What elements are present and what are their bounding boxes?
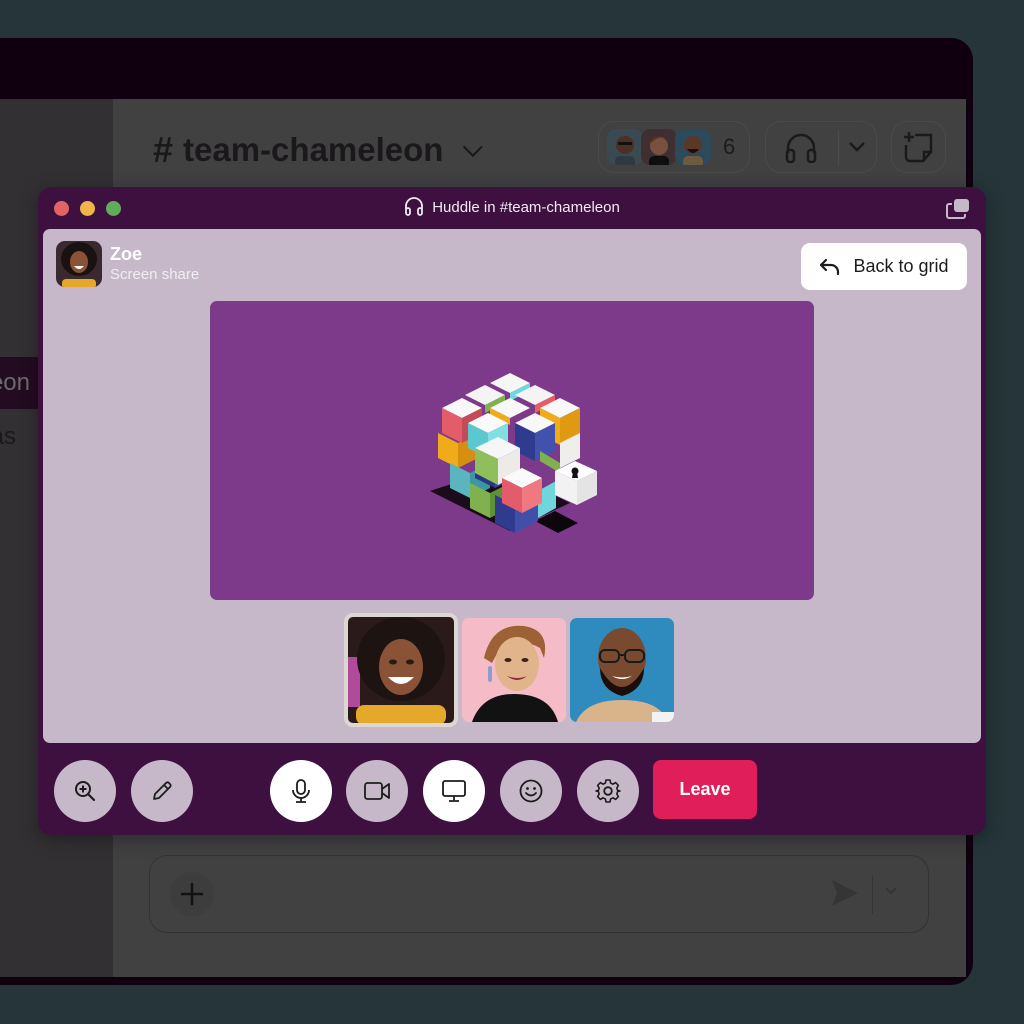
- zoom-in-icon: [75, 781, 96, 802]
- reactions-button[interactable]: [500, 760, 562, 822]
- back-to-grid-button[interactable]: Back to grid: [801, 243, 967, 290]
- back-to-grid-label: Back to grid: [853, 256, 949, 276]
- camera-button[interactable]: [346, 760, 408, 822]
- divider: [872, 876, 873, 914]
- screen-share-stage: Zoe Screen share Back to grid: [43, 229, 981, 743]
- participant-tile-2[interactable]: [462, 618, 566, 722]
- attach-button[interactable]: [170, 872, 214, 916]
- member-count: 6: [723, 134, 736, 159]
- rubiks-cube-illustration: [430, 373, 597, 533]
- participant-tile-3[interactable]: [570, 618, 674, 722]
- chevron-down-icon[interactable]: [848, 141, 866, 153]
- huddle-controls: Leave: [38, 743, 986, 835]
- smiley-icon: [519, 779, 543, 803]
- shared-screen[interactable]: [210, 301, 814, 600]
- canvas-add-icon: [904, 132, 933, 163]
- draw-button[interactable]: [131, 760, 193, 822]
- reply-arrow-icon: [820, 258, 840, 275]
- microphone-button[interactable]: [270, 760, 332, 822]
- presenter-name: Zoe: [110, 244, 143, 264]
- sidebar-item-label: team-chameleon: [0, 369, 30, 396]
- popout-window-icon[interactable]: [946, 198, 970, 220]
- microphone-icon: [292, 779, 310, 803]
- sidebar-item-label: ideas: [0, 423, 16, 450]
- leave-button[interactable]: Leave: [653, 760, 757, 819]
- huddle-title: Huddle in #team-chameleon: [38, 197, 986, 217]
- presenter-info: Zoe Screen share: [56, 241, 199, 287]
- headphones-icon: [405, 197, 424, 216]
- member-avatar: [675, 129, 711, 165]
- chevron-down-icon: [463, 137, 484, 158]
- huddle-window: Huddle in #team-chameleon Zoe Screen sha…: [38, 187, 986, 835]
- divider: [838, 130, 839, 166]
- pencil-icon: [153, 781, 172, 800]
- settings-button[interactable]: [577, 760, 639, 822]
- huddle-title-text: Huddle in #team-chameleon: [432, 198, 620, 216]
- sidebar-item-team-chameleon[interactable]: team-chameleon: [0, 357, 38, 409]
- plus-icon: [181, 883, 203, 905]
- new-canvas-button[interactable]: [891, 121, 946, 173]
- message-composer[interactable]: [149, 855, 929, 933]
- huddle-button[interactable]: [765, 121, 877, 173]
- monitor-icon: [442, 780, 466, 802]
- presenter-status: Screen share: [110, 266, 200, 283]
- send-icon[interactable]: [830, 878, 860, 908]
- video-camera-icon: [364, 782, 390, 800]
- sidebar-item-ideas[interactable]: ideas: [0, 422, 16, 452]
- screen-share-button[interactable]: [423, 760, 485, 822]
- channel-title-button[interactable]: # team-chameleon: [153, 129, 484, 171]
- huddle-titlebar[interactable]: Huddle in #team-chameleon: [38, 187, 986, 229]
- hash-icon: #: [153, 129, 174, 170]
- headphones-icon: [785, 133, 817, 163]
- participant-thumbnails: [344, 613, 674, 727]
- chevron-down-icon[interactable]: [884, 886, 898, 896]
- presenter-avatar: [56, 241, 102, 287]
- member-avatar: [641, 129, 677, 165]
- gear-icon: [595, 779, 621, 803]
- participant-tile-zoe[interactable]: [344, 613, 458, 727]
- member-avatar: [607, 129, 643, 165]
- channel-name: team-chameleon: [183, 131, 444, 168]
- members-button[interactable]: 6: [598, 121, 750, 173]
- zoom-in-button[interactable]: [54, 760, 116, 822]
